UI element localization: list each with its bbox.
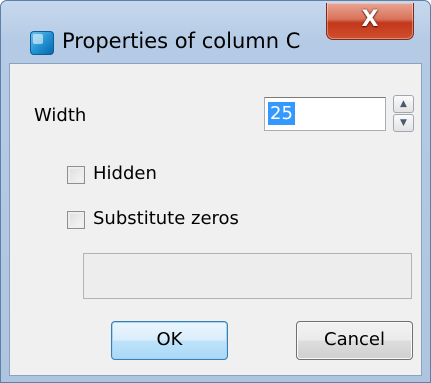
window-title: Properties of column C: [62, 29, 301, 53]
app-icon: [30, 31, 54, 55]
spin-up-icon: ▲: [400, 99, 407, 109]
properties-dialog: Properties of column C X Width 25 ▲ ▼ Hi…: [0, 0, 431, 383]
dialog-body: Width 25 ▲ ▼ Hidden Substitute zeros OK …: [9, 63, 422, 376]
spin-up-button[interactable]: ▲: [393, 95, 414, 113]
width-input[interactable]: 25: [264, 97, 386, 131]
substitute-zeros-label[interactable]: Substitute zeros: [93, 208, 239, 229]
substitute-zeros-checkbox[interactable]: [67, 211, 85, 229]
close-button[interactable]: X: [326, 3, 414, 40]
width-label: Width: [34, 105, 87, 126]
width-value[interactable]: 25: [268, 102, 295, 125]
spin-down-button[interactable]: ▼: [393, 114, 414, 132]
hidden-checkbox[interactable]: [67, 166, 85, 184]
substitute-value-input[interactable]: [83, 253, 412, 299]
spin-down-icon: ▼: [400, 118, 407, 128]
title-bar[interactable]: Properties of column C X: [1, 1, 430, 63]
ok-button[interactable]: OK: [111, 321, 228, 360]
close-icon: X: [361, 7, 379, 32]
cancel-button[interactable]: Cancel: [296, 321, 413, 360]
width-spinner: ▲ ▼: [393, 95, 414, 133]
hidden-label[interactable]: Hidden: [93, 163, 157, 184]
